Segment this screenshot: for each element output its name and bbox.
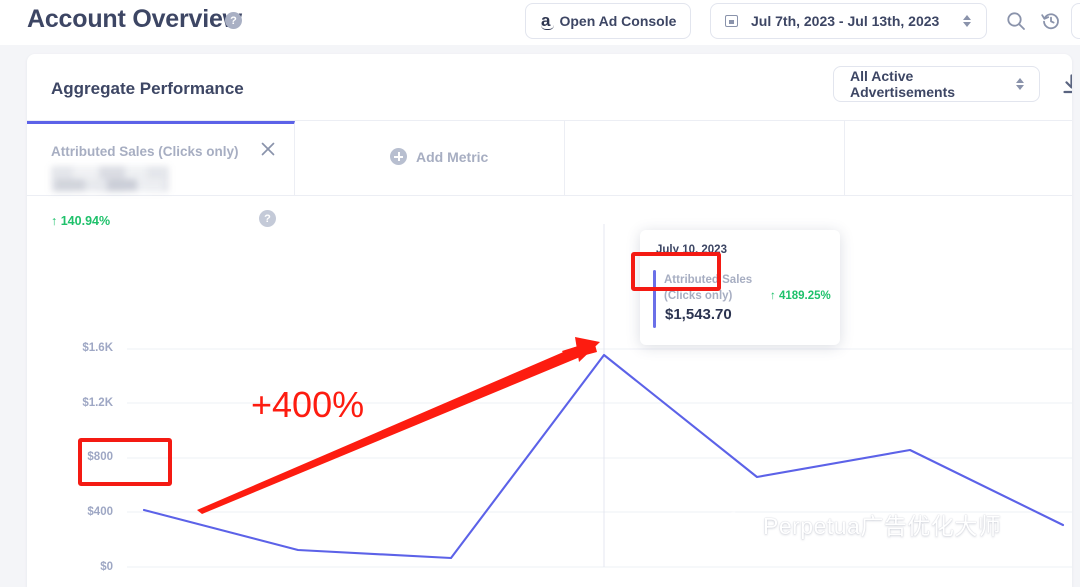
ad-filter-select[interactable]: All Active Advertisements (833, 66, 1040, 102)
aggregate-performance-card: Aggregate Performance All Active Adverti… (27, 54, 1072, 587)
tooltip-series-name-line2: (Clicks only) (664, 290, 732, 302)
watermark: Perpetua广告优化大师 (723, 507, 1001, 541)
card-title: Aggregate Performance (51, 79, 244, 99)
tooltip-delta: ↑ 4189.25% (770, 290, 831, 302)
close-x-icon[interactable] (260, 141, 276, 157)
page-title: Account Overview (27, 5, 242, 34)
page-title-help-icon[interactable]: ? (225, 12, 242, 29)
download-icon[interactable] (1062, 74, 1072, 94)
wechat-icon (723, 510, 757, 538)
calendar-icon (725, 14, 740, 29)
tooltip-value: $1,543.70 (665, 306, 732, 323)
open-ad-console-button[interactable]: a Open Ad Console (525, 3, 691, 39)
metric-tab-add-metric[interactable]: Add Metric (295, 121, 565, 195)
search-icon[interactable] (1005, 10, 1027, 32)
date-range-picker[interactable]: Jul 7th, 2023 - Jul 13th, 2023 (710, 3, 987, 39)
tooltip-series-color-bar (653, 270, 656, 328)
metric-tab-attributed-sales[interactable]: Attributed Sales (Clicks only) ↑ 140.94%… (27, 121, 295, 195)
open-ad-console-label: Open Ad Console (559, 13, 676, 29)
stepper-arrows-icon[interactable] (1016, 76, 1025, 92)
add-metric-button[interactable]: Add Metric (390, 148, 488, 165)
metric-value-redacted (51, 166, 169, 192)
watermark-text: Perpetua广告优化大师 (763, 507, 1001, 541)
amazon-a-icon: a (541, 12, 550, 29)
plus-circle-icon (390, 148, 407, 165)
metric-tabs: Attributed Sales (Clicks only) ↑ 140.94%… (27, 120, 1072, 196)
stepper-arrows-icon[interactable] (963, 13, 972, 29)
growth-annotation-label: +400% (251, 384, 364, 426)
ad-filter-label: All Active Advertisements (850, 68, 1016, 100)
metric-tab-label: Attributed Sales (Clicks only) (51, 144, 239, 159)
offscreen-toolbar-chip[interactable] (1071, 3, 1080, 39)
date-range-label: Jul 7th, 2023 - Jul 13th, 2023 (751, 13, 939, 29)
top-bar: Account Overview ? a Open Ad Console Jul… (0, 0, 1080, 45)
tooltip-series-name-line1: Attributed Sales (664, 274, 752, 286)
add-metric-label: Add Metric (416, 149, 488, 165)
tooltip-date: July 10, 2023 (656, 244, 727, 256)
metric-tab-empty-slot-1[interactable] (565, 121, 845, 195)
metric-tab-empty-slot-2[interactable] (845, 121, 1072, 195)
chart-hover-tooltip: July 10, 2023 Attributed Sales (Clicks o… (640, 230, 840, 345)
history-clock-icon[interactable] (1040, 10, 1062, 32)
